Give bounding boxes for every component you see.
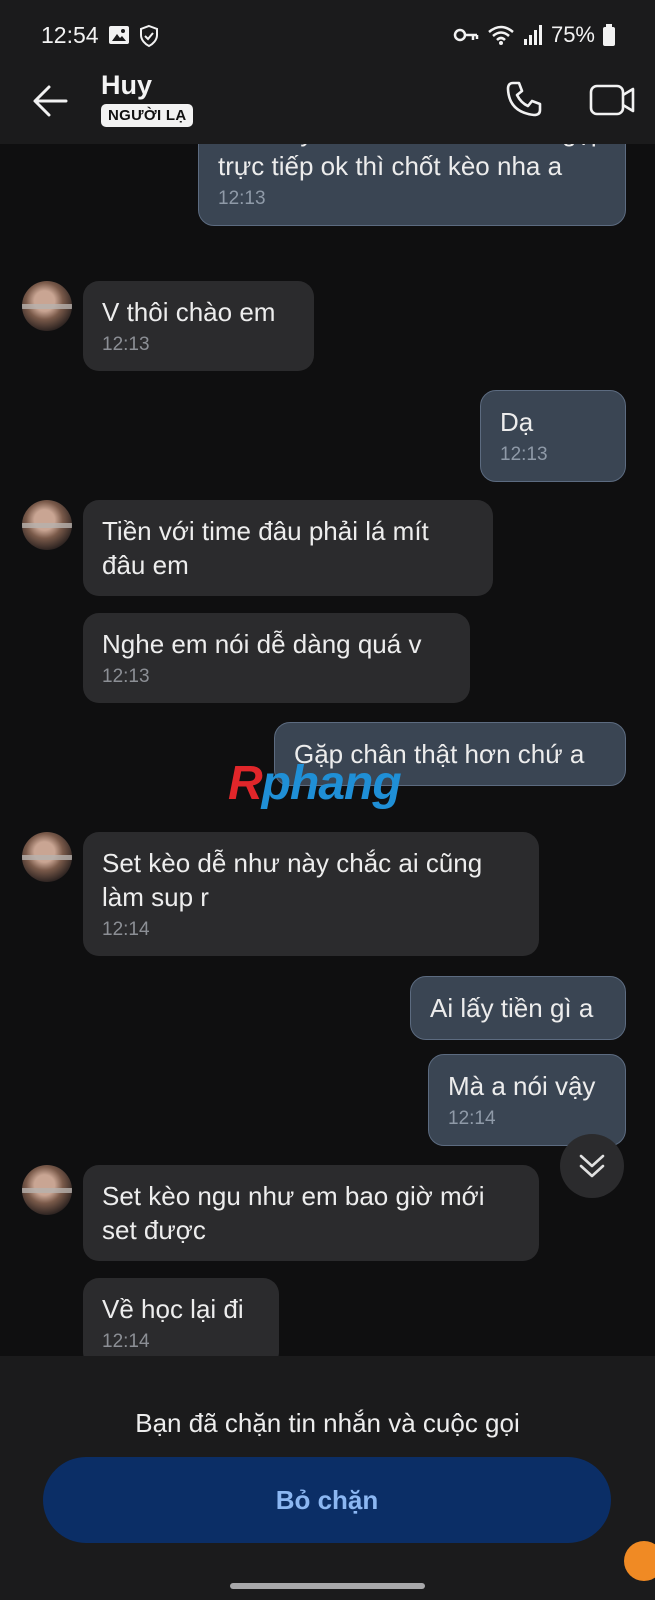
wifi-icon [488,25,514,45]
message-text: Nghe em nói dễ dàng quá v [102,629,422,659]
message-outgoing[interactable]: Ai lấy tiền gì a [410,976,626,1040]
battery-percent: 75% [550,22,595,47]
message-text: Tiền với time đâu phải lá mít đâu em [102,516,429,580]
floating-bubble-icon[interactable] [624,1541,655,1581]
blocked-notice: Bạn đã chặn tin nhắn và cuộc gọi [135,1408,520,1438]
message-text: Set kèo dễ như này chắc ai cũng làm sup … [102,848,483,912]
message-text: Kèo này k có xem hình nha a.gặp trực tiế… [218,144,605,181]
phone-icon[interactable] [505,80,543,118]
contact-avatar[interactable] [22,832,72,882]
message-time: 12:14 [448,1108,496,1129]
blocked-panel: Bạn đã chặn tin nhắn và cuộc gọi Bỏ chặn [0,1356,655,1600]
contact-avatar[interactable] [22,281,72,331]
scroll-to-bottom-button[interactable] [560,1134,624,1198]
battery-icon [603,24,615,46]
shield-icon [140,24,158,48]
message-text: Mà a nói vậy [448,1071,596,1101]
video-call-icon[interactable] [589,82,635,118]
message-time: 12:13 [500,444,548,465]
message-incoming[interactable]: Set kèo ngu như em bao giờ mới set được [83,1165,539,1261]
message-text: Set kèo ngu như em bao giờ mới set được [102,1181,485,1245]
back-arrow-icon[interactable] [32,84,68,118]
message-incoming[interactable]: Về học lại đi 12:14 [83,1278,279,1356]
contact-avatar[interactable] [22,500,72,550]
message-outgoing[interactable]: Mà a nói vậy 12:14 [428,1054,626,1146]
message-list[interactable]: Kèo này k có xem hình nha a.gặp trực tiế… [0,144,655,1356]
double-chevron-down-icon [579,1154,605,1178]
message-incoming[interactable]: Tiền với time đâu phải lá mít đâu em [83,500,493,596]
message-incoming[interactable]: Nghe em nói dễ dàng quá v 12:13 [83,613,470,703]
stranger-badge: NGƯỜI LẠ [101,104,194,127]
message-time: 12:14 [102,919,150,940]
status-left-icons [108,24,160,48]
message-text: Dạ [500,407,534,437]
message-text: Ai lấy tiền gì a [430,993,594,1023]
message-time: 12:13 [102,334,150,355]
message-outgoing[interactable]: Kèo này k có xem hình nha a.gặp trực tiế… [198,144,626,226]
home-indicator[interactable] [230,1583,425,1589]
status-right-icons: 75% [453,22,615,48]
message-time: 12:13 [102,666,150,687]
message-text: Về học lại đi [102,1294,244,1324]
contact-name[interactable]: Huy [101,70,152,101]
chat-header: Huy NGƯỜI LẠ [0,56,655,144]
message-text: V thôi chào em [102,297,276,327]
contact-avatar[interactable] [22,1165,72,1215]
status-time: 12:54 [41,22,99,48]
signal-icon [523,25,542,45]
watermark-logo: Rphang [228,757,402,810]
message-incoming[interactable]: V thôi chào em 12:13 [83,281,314,371]
message-incoming[interactable]: Set kèo dễ như này chắc ai cũng làm sup … [83,832,539,956]
vpn-key-icon [453,28,479,42]
message-time: 12:13 [218,188,266,209]
message-time: 12:14 [102,1331,150,1352]
unblock-button[interactable]: Bỏ chặn [43,1457,611,1543]
message-outgoing[interactable]: Dạ 12:13 [480,390,626,482]
gallery-icon [109,26,129,44]
